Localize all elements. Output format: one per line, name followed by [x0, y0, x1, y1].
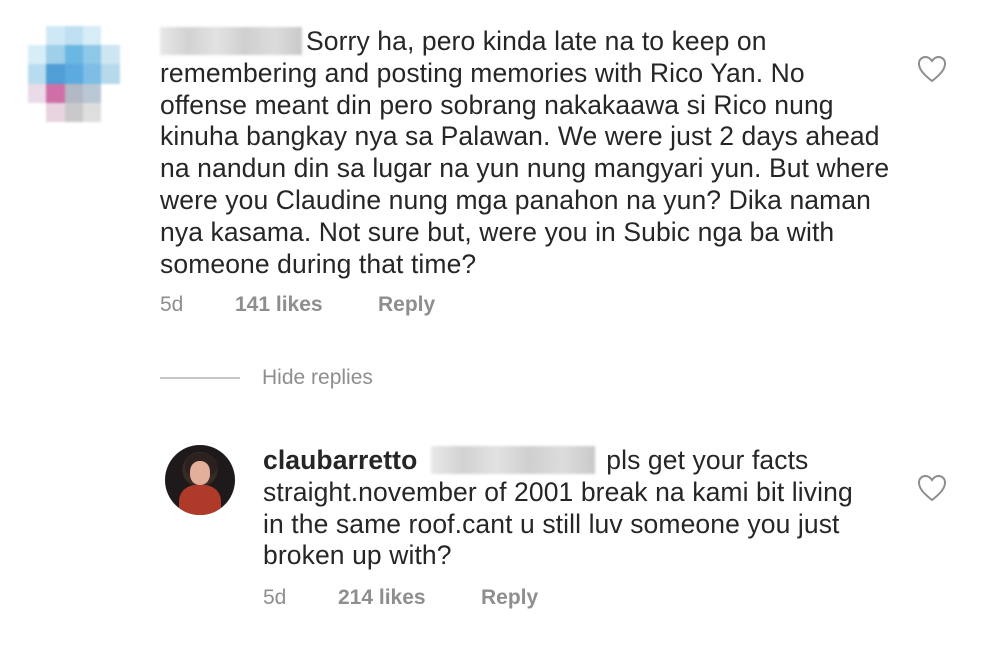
likes-count[interactable]: 141 likes [235, 293, 378, 317]
comment-line: nya kasama. Not sure but, were you in Su… [160, 216, 835, 247]
avatar[interactable] [165, 445, 235, 515]
comment-age: 5d [160, 293, 184, 316]
heart-outline-icon[interactable] [917, 474, 947, 502]
mention-redacted[interactable] [430, 446, 595, 474]
heart-outline-icon[interactable] [917, 55, 947, 83]
username-redacted[interactable] [160, 27, 302, 55]
reply-age: 5d [263, 586, 287, 609]
reply-line: straight.november of 2001 break na kami … [263, 476, 853, 507]
comment-line: na nandun din sa lugar na yun nung mangy… [160, 153, 890, 184]
comment-line: offense meant din pero sobrang nakakaawa… [160, 89, 834, 120]
reply-text: claubarretto pls get your facts straight… [263, 445, 903, 572]
comment-line: were you Claudine nung mga panahon na yu… [160, 184, 871, 215]
hide-replies-toggle[interactable]: Hide replies [160, 366, 373, 390]
reply-line: claubarretto pls get your facts [263, 445, 809, 475]
avatar-face [190, 461, 210, 485]
reply-username[interactable]: claubarretto [263, 445, 417, 475]
comment-text: Sorry ha, pero kinda late na to keep on … [160, 26, 920, 280]
likes-count[interactable]: 214 likes [338, 586, 481, 610]
avatar-body [179, 485, 221, 515]
comment-line: someone during that time? [160, 248, 477, 279]
comment-line: Sorry ha, pero kinda late na to keep on [160, 26, 920, 58]
reply-line: in the same roof.cant u still luv someon… [263, 508, 840, 539]
reply-button[interactable]: Reply [481, 586, 538, 610]
hide-replies-label[interactable]: Hide replies [262, 366, 373, 390]
comment-line: remembering and posting memories with Ri… [160, 57, 805, 88]
replies-divider [160, 377, 240, 379]
reply-meta: 5d 214 likes Reply [263, 586, 538, 610]
reply-button[interactable]: Reply [378, 293, 435, 317]
reply-line: broken up with? [263, 540, 452, 571]
avatar-blurred[interactable] [28, 26, 138, 122]
comment-line: kinuha bangkay nya sa Palawan. We were j… [160, 121, 880, 152]
comment-meta: 5d 141 likes Reply [160, 293, 435, 317]
